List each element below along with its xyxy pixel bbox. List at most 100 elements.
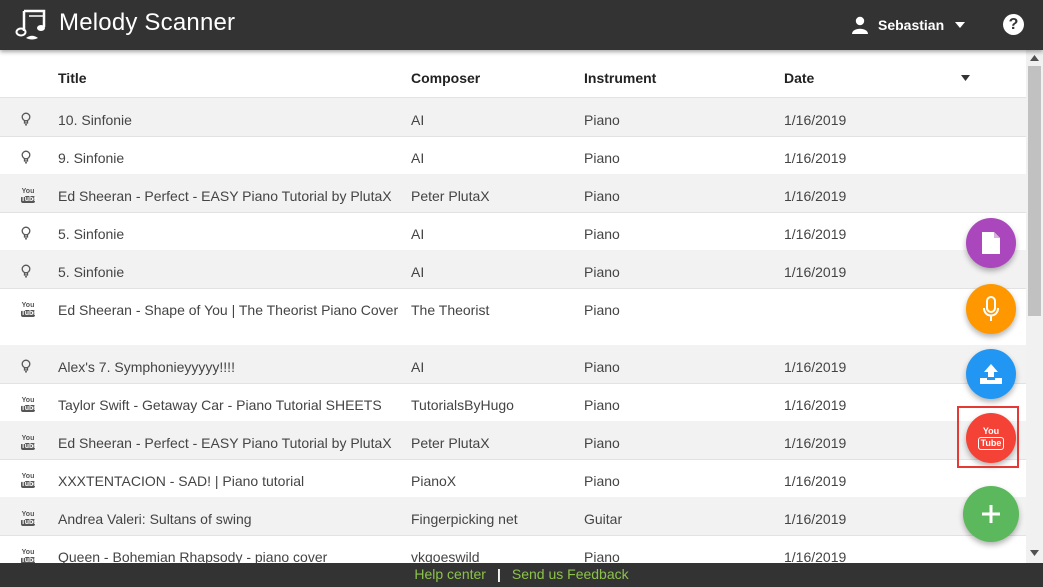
row-date: 1/16/2019 (784, 473, 847, 489)
table-row[interactable]: You Tube Andrea Valeri: Sultans of swing Fi… (0, 497, 1026, 536)
row-composer: AI (411, 264, 425, 280)
new-document-icon (982, 232, 1000, 254)
footer-separator: | (496, 566, 501, 582)
table-header: Title Composer Instrument Date (0, 50, 1026, 99)
row-instrument: Guitar (584, 511, 623, 527)
row-composer: AI (411, 226, 425, 242)
row-composer: TutorialsByHugo (411, 397, 514, 413)
scroll-down-arrow-icon[interactable] (1030, 550, 1039, 556)
row-date: 1/16/2019 (784, 188, 847, 204)
scroll-thumb[interactable] (1028, 66, 1041, 316)
youtube-icon: You Tube (21, 188, 38, 203)
table-row[interactable]: You Tube Ed Sheeran - Shape of You | The T… (0, 288, 1026, 346)
row-date: 1/16/2019 (784, 435, 847, 451)
row-title: Taylor Swift - Getaway Car - Piano Tutor… (58, 397, 382, 413)
help-center-link[interactable]: Help center (414, 566, 486, 582)
row-composer: Fingerpicking net (411, 511, 518, 527)
row-composer: AI (411, 112, 425, 128)
record-audio-button[interactable] (966, 284, 1016, 334)
row-title: 5. Sinfonie (58, 226, 125, 242)
help-button[interactable]: ? (1003, 14, 1024, 35)
row-title: Alex's 7. Symphonieyyyyy!!!! (58, 359, 235, 375)
youtube-import-button[interactable]: You Tube (966, 413, 1016, 463)
row-composer: The Theorist (411, 302, 490, 318)
row-instrument: Piano (584, 150, 620, 166)
header-title[interactable]: Title (58, 70, 87, 86)
ai-bulb-icon (21, 359, 35, 375)
row-date: 1/16/2019 (784, 264, 847, 280)
add-button[interactable] (963, 486, 1019, 542)
table-row[interactable]: You Tube Taylor Swift - Getaway Car - Pian… (0, 383, 1026, 422)
row-instrument: Piano (584, 302, 620, 318)
scrollbar[interactable] (1026, 50, 1043, 563)
row-instrument: Piano (584, 549, 620, 563)
header-instrument[interactable]: Instrument (584, 70, 656, 86)
row-title: Ed Sheeran - Perfect - EASY Piano Tutori… (58, 188, 392, 204)
youtube-icon: You Tube (21, 511, 38, 526)
ai-bulb-icon (21, 264, 35, 280)
microphone-icon (983, 296, 999, 321)
row-composer: AI (411, 150, 425, 166)
youtube-icon: You Tube (977, 426, 1005, 450)
send-feedback-link[interactable]: Send us Feedback (512, 566, 629, 582)
table-row[interactable]: 10. Sinfonie AI Piano 1/16/2019 (0, 98, 1026, 137)
row-title: Ed Sheeran - Shape of You | The Theorist… (58, 302, 399, 318)
ai-bulb-icon (21, 150, 35, 166)
row-instrument: Piano (584, 112, 620, 128)
table-row[interactable]: You Tube Queen - Bohemian Rhapsody - piano… (0, 535, 1026, 563)
melody-scanner-logo-icon (15, 9, 46, 40)
upload-icon (980, 364, 1002, 384)
row-composer: Peter PlutaX (411, 435, 490, 451)
header-composer[interactable]: Composer (411, 70, 480, 86)
scroll-up-arrow-icon[interactable] (1030, 55, 1039, 61)
sort-caret-icon[interactable] (961, 75, 970, 81)
table-row[interactable]: You Tube Ed Sheeran - Perfect - EASY Piano… (0, 421, 1026, 460)
row-instrument: Piano (584, 188, 620, 204)
header-date[interactable]: Date (784, 70, 814, 86)
new-document-button[interactable] (966, 218, 1016, 268)
user-name: Sebastian (878, 17, 945, 33)
row-instrument: Piano (584, 359, 620, 375)
row-date: 1/16/2019 (784, 511, 847, 527)
row-instrument: Piano (584, 264, 620, 280)
table-row[interactable]: You Tube XXXTENTACION - SAD! | Piano tutor… (0, 459, 1026, 498)
row-composer: Peter PlutaX (411, 188, 490, 204)
table-row[interactable]: 5. Sinfonie AI Piano 1/16/2019 (0, 212, 1026, 251)
row-composer: AI (411, 359, 425, 375)
row-date: 1/16/2019 (784, 359, 847, 375)
top-app-bar: Melody Scanner Sebastian ? (0, 0, 1043, 50)
user-icon (852, 16, 868, 34)
table-row[interactable]: Alex's 7. Symphonieyyyyy!!!! AI Piano 1/16/… (0, 345, 1026, 384)
row-composer: vkgoeswild (411, 549, 480, 563)
row-title: 9. Sinfonie (58, 150, 125, 166)
row-title: XXXTENTACION - SAD! | Piano tutorial (58, 473, 305, 489)
row-title: Ed Sheeran - Perfect - EASY Piano Tutori… (58, 435, 392, 451)
table-row[interactable]: 5. Sinfonie AI Piano 1/16/2019 (0, 250, 1026, 289)
user-menu[interactable]: Sebastian (851, 15, 966, 35)
footer: Help center | Send us Feedback (0, 563, 1043, 587)
youtube-icon: You Tube (21, 473, 38, 488)
row-instrument: Piano (584, 226, 620, 242)
row-instrument: Piano (584, 473, 620, 489)
row-instrument: Piano (584, 397, 620, 413)
row-title: 10. Sinfonie (58, 112, 132, 128)
ai-bulb-icon (21, 226, 35, 242)
row-title: Queen - Bohemian Rhapsody - piano cover (58, 549, 328, 563)
row-date: 1/16/2019 (784, 112, 847, 128)
row-instrument: Piano (584, 435, 620, 451)
row-title: 5. Sinfonie (58, 264, 125, 280)
table-row[interactable]: 9. Sinfonie AI Piano 1/16/2019 (0, 136, 1026, 175)
youtube-icon: You Tube (21, 397, 38, 412)
app-title: Melody Scanner (59, 9, 236, 36)
upload-file-button[interactable] (966, 349, 1016, 399)
songs-table: Title Composer Instrument Date 10. Sinfo… (0, 50, 1026, 563)
ai-bulb-icon (21, 112, 35, 128)
table-row[interactable]: You Tube Ed Sheeran - Perfect - EASY Piano… (0, 174, 1026, 213)
row-title: Andrea Valeri: Sultans of swing (58, 511, 252, 527)
row-date: 1/16/2019 (784, 549, 847, 563)
chevron-down-icon (955, 22, 966, 28)
row-date: 1/16/2019 (784, 397, 847, 413)
row-composer: PianoX (411, 473, 457, 489)
youtube-icon: You Tube (21, 302, 38, 317)
youtube-icon: You Tube (21, 549, 38, 563)
